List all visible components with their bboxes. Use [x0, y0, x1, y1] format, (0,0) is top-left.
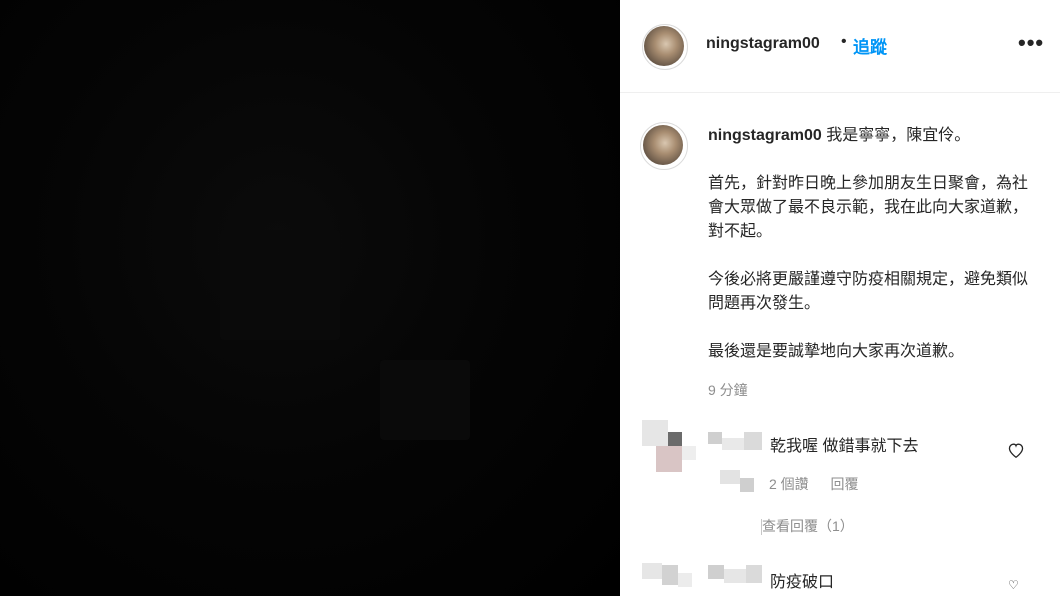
heart-outline-icon[interactable]: ♡	[1008, 578, 1019, 592]
follow-button[interactable]: 追蹤	[853, 33, 887, 58]
reply-button[interactable]: 回覆	[830, 476, 858, 492]
post-caption: ningstagram00 我是寧寧，陳宜伶。 首先，針對昨日晚上參加朋友生日聚…	[708, 124, 1038, 388]
comment-likes[interactable]: 2 個讚	[769, 476, 809, 492]
media-dark-shape	[220, 230, 340, 340]
more-options-icon[interactable]: •••	[1018, 30, 1044, 56]
post-timestamp[interactable]: 9 分鐘	[708, 380, 748, 400]
comment-meta: 2 個讚 回覆	[769, 474, 858, 494]
commenter-username-blurred[interactable]	[708, 432, 762, 456]
post-side-panel: ningstagram00 • 追蹤 ••• ningstagram00 我是寧…	[620, 0, 1060, 596]
caption-paragraph: 今後必將更嚴謹遵守防疫相關規定，避免類似問題再次發生。	[708, 271, 1029, 312]
commenter-avatar-blurred[interactable]	[642, 420, 696, 472]
media-dark-shape	[380, 360, 470, 440]
comment-text: 乾我喔 做錯事就下去	[770, 438, 919, 455]
post-media[interactable]	[0, 0, 620, 596]
commenter-username-blurred[interactable]	[708, 565, 762, 587]
commenter-avatar-blurred[interactable]	[642, 563, 692, 593]
reply-avatar-blurred	[720, 470, 760, 498]
caption-paragraph: 最後還是要誠摯地向大家再次道歉。	[708, 343, 965, 360]
view-replies-button[interactable]: 查看回覆（1）	[761, 516, 854, 536]
comment-text: 防疫破口	[770, 574, 835, 591]
caption-first-line: 我是寧寧，陳宜伶。	[826, 127, 971, 144]
heart-outline-icon[interactable]	[1007, 442, 1025, 458]
caption-username[interactable]: ningstagram00	[708, 127, 822, 144]
author-avatar[interactable]	[644, 26, 684, 66]
post-header: ningstagram00 • 追蹤 •••	[620, 0, 1060, 93]
author-username[interactable]: ningstagram00	[706, 35, 820, 53]
view-replies-label[interactable]: 查看回覆（1）	[762, 518, 854, 534]
caption-paragraph: 首先，針對昨日晚上參加朋友生日聚會，為社會大眾做了最不良示範，我在此向大家道歉，…	[708, 175, 1029, 240]
caption-avatar[interactable]	[643, 125, 683, 165]
separator-dot: •	[841, 33, 847, 50]
